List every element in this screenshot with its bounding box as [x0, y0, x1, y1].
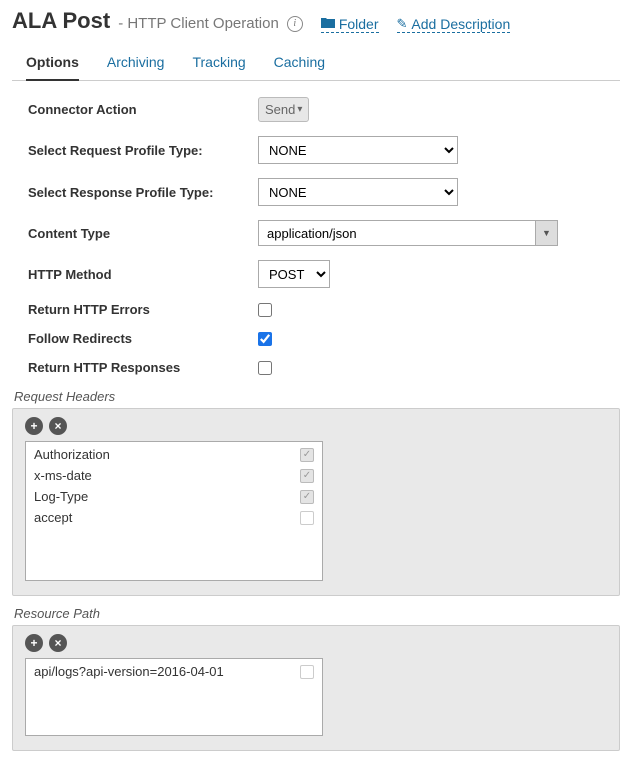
header-name: x-ms-date [34, 468, 92, 483]
resource-path-list: api/logs?api-version=2016-04-01 ✓ [25, 658, 323, 736]
header-name: Log-Type [34, 489, 88, 504]
checkbox-disabled-icon: ✓ [300, 490, 314, 504]
pencil-icon: ✎ [397, 16, 408, 32]
checkbox-disabled-icon: ✓ [300, 448, 314, 462]
checkbox-disabled-icon: ✓ [300, 469, 314, 483]
return-responses-label: Return HTTP Responses [28, 360, 258, 375]
info-icon[interactable]: i [287, 16, 303, 32]
request-profile-select[interactable]: NONE [258, 136, 458, 164]
path-value: api/logs?api-version=2016-04-01 [34, 664, 224, 679]
content-type-label: Content Type [28, 226, 258, 241]
list-item[interactable]: x-ms-date ✓ [28, 465, 320, 486]
header-name: accept [34, 510, 72, 525]
folder-icon [321, 16, 335, 31]
tab-tracking[interactable]: Tracking [192, 46, 245, 80]
connector-action-label: Connector Action [28, 102, 258, 117]
add-path-button[interactable]: + [25, 634, 43, 652]
connector-action-value: Send [265, 102, 295, 117]
return-errors-checkbox[interactable] [258, 303, 272, 317]
tab-archiving[interactable]: Archiving [107, 46, 165, 80]
remove-header-button[interactable]: × [49, 417, 67, 435]
page-subtitle: - HTTP Client Operation [118, 15, 279, 32]
header-name: Authorization [34, 447, 110, 462]
content-type-combo: ▼ [258, 220, 558, 246]
options-form: Connector Action Send ▾ Select Request P… [12, 97, 620, 375]
list-item[interactable]: Log-Type ✓ [28, 486, 320, 507]
list-item[interactable]: Authorization ✓ [28, 444, 320, 465]
list-item[interactable]: api/logs?api-version=2016-04-01 ✓ [28, 661, 320, 682]
content-type-dropdown-button[interactable]: ▼ [536, 220, 558, 246]
http-method-select[interactable]: POST [258, 260, 330, 288]
add-description-label: Add Description [411, 16, 510, 32]
request-headers-panel: + × Authorization ✓ x-ms-date ✓ Log-Type… [12, 408, 620, 596]
content-type-input[interactable] [258, 220, 536, 246]
tab-caching[interactable]: Caching [274, 46, 325, 80]
return-errors-label: Return HTTP Errors [28, 302, 258, 317]
add-header-button[interactable]: + [25, 417, 43, 435]
folder-link[interactable]: Folder [321, 16, 379, 33]
page-title: ALA Post [12, 8, 110, 34]
follow-redirects-checkbox[interactable] [258, 332, 272, 346]
resource-path-title: Resource Path [14, 606, 620, 621]
checkbox-disabled-icon: ✓ [300, 511, 314, 525]
resource-path-panel: + × api/logs?api-version=2016-04-01 ✓ [12, 625, 620, 751]
response-profile-select[interactable]: NONE [258, 178, 458, 206]
folder-label: Folder [339, 16, 379, 32]
connector-action-select[interactable]: Send ▾ [258, 97, 309, 122]
add-description-link[interactable]: ✎ Add Description [397, 16, 511, 33]
return-responses-checkbox[interactable] [258, 361, 272, 375]
request-headers-title: Request Headers [14, 389, 620, 404]
http-method-label: HTTP Method [28, 267, 258, 282]
request-profile-label: Select Request Profile Type: [28, 143, 258, 158]
page-header: ALA Post - HTTP Client Operation i Folde… [12, 8, 620, 34]
follow-redirects-label: Follow Redirects [28, 331, 258, 346]
tab-options[interactable]: Options [26, 46, 79, 80]
response-profile-label: Select Response Profile Type: [28, 185, 258, 200]
remove-path-button[interactable]: × [49, 634, 67, 652]
tabs: Options Archiving Tracking Caching [12, 46, 620, 81]
checkbox-disabled-icon: ✓ [300, 665, 314, 679]
request-headers-list: Authorization ✓ x-ms-date ✓ Log-Type ✓ a… [25, 441, 323, 581]
chevron-down-icon: ▾ [297, 104, 302, 115]
list-item[interactable]: accept ✓ [28, 507, 320, 528]
